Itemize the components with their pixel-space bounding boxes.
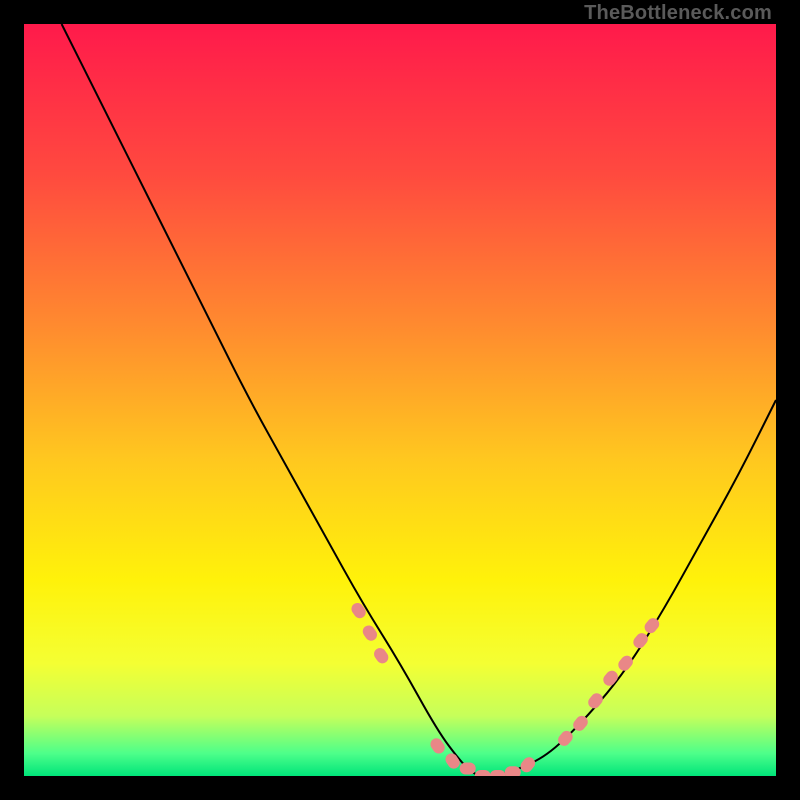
outer-frame: TheBottleneck.com (0, 0, 800, 800)
bottleneck-curve (62, 24, 776, 776)
curve-markers (349, 601, 662, 776)
marker-dot (349, 601, 368, 621)
marker-dot (372, 646, 391, 666)
marker-dot (631, 631, 650, 651)
curve-layer (24, 24, 776, 776)
marker-dot (505, 766, 521, 776)
marker-dot (586, 691, 605, 711)
marker-dot (475, 770, 491, 776)
marker-dot (518, 755, 537, 775)
marker-dot (443, 751, 462, 771)
marker-dot (601, 668, 620, 688)
plot-area (24, 24, 776, 776)
marker-dot (460, 763, 476, 775)
watermark-text: TheBottleneck.com (584, 2, 772, 25)
marker-dot (490, 770, 506, 776)
marker-dot (616, 653, 635, 673)
